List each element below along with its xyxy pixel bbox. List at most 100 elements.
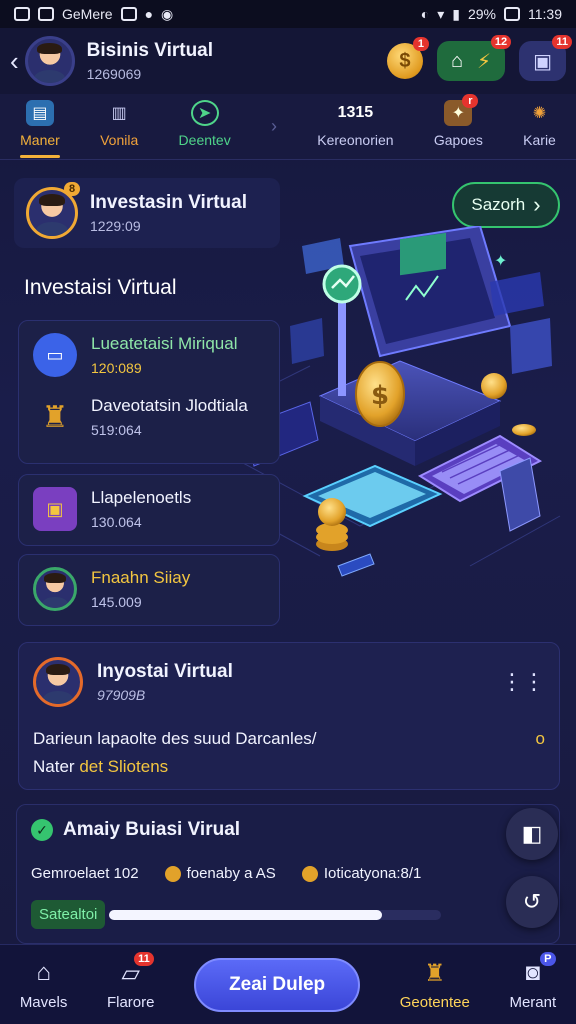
tab-maner[interactable]: ▤ Maner <box>20 99 60 158</box>
info-card-subtitle: 97909B <box>97 687 146 703</box>
list-item[interactable]: ▭ Lueatetaisi Miriqual 120:089 <box>33 333 265 377</box>
app-icon: ● <box>144 6 154 22</box>
nav-label: Merant <box>509 994 557 1011</box>
investment-list-card[interactable]: ▣ Llapelenoetls 130.064 <box>18 474 280 546</box>
progress-track <box>109 909 442 920</box>
clock: 11:39 <box>528 6 562 22</box>
profile-badge: 8 <box>64 182 80 196</box>
bottom-nav: ⌂ Mavels ▱ 11 Flarore Zeai Dulep ♜ Geote… <box>0 944 576 1024</box>
battery-icon <box>504 7 520 21</box>
tab-gapoes[interactable]: ✦ r Gapoes <box>433 93 483 154</box>
svg-text:✦: ✦ <box>494 251 507 270</box>
primary-cta-button[interactable]: Zeai Dulep <box>194 957 361 1012</box>
tab-label: Kereonorien <box>317 131 394 148</box>
section-heading: Investaisi Virtual <box>24 276 177 299</box>
more-options-icon[interactable]: ⋮⋮ <box>501 669 545 695</box>
search-button[interactable]: Sazorh › <box>452 182 560 228</box>
info-card-body: Nater <box>33 757 75 776</box>
avatar[interactable] <box>24 36 75 86</box>
chevron-right-icon: › <box>270 116 277 136</box>
nav-flarore[interactable]: ▱ 11 Flarore <box>106 952 155 1011</box>
money-bag-icon: ♜ <box>41 400 69 434</box>
tab-label: Karie <box>523 131 556 148</box>
list-item-subtitle: 145.009 <box>91 594 142 610</box>
wallet-button[interactable]: ▣ 11 <box>519 35 572 81</box>
tab-vonila[interactable]: ▥ Vonila <box>100 100 138 154</box>
monitor-icon: ▭ <box>33 333 77 377</box>
investment-list-card: ▭ Lueatetaisi Miriqual 120:089 ♜ Daveota… <box>18 320 280 464</box>
header-subtitle: 1269069 <box>86 66 142 82</box>
svg-text:$: $ <box>371 381 389 411</box>
refresh-button[interactable]: ↺ <box>506 876 558 928</box>
chevron-right-icon: › <box>533 192 541 217</box>
nav-mavels[interactable]: ⌂ Mavels <box>20 958 68 1011</box>
tab-label: Maner <box>20 131 60 148</box>
coin-button[interactable]: $ 1 <box>386 37 429 79</box>
check-circle-icon: ✓ <box>31 819 53 841</box>
summary-stat: foenaby a AS <box>186 865 276 882</box>
back-chevron-icon[interactable]: ‹ <box>10 46 19 77</box>
home-icon: ⌂ <box>36 959 51 986</box>
tab-label: Deentev <box>178 131 231 148</box>
nav-merant[interactable]: ◙ P Merant <box>509 952 557 1011</box>
info-card-link[interactable]: det Sliotens <box>79 757 168 776</box>
coin-icon <box>301 865 318 882</box>
tab-badge: r <box>462 93 479 108</box>
status-left-label: GeMere <box>62 6 113 22</box>
nav-label: Geotentee <box>399 994 470 1011</box>
nav-label: Mavels <box>19 994 68 1011</box>
info-card-title: Inyostai Virtual <box>97 661 233 682</box>
summary-card: ✓ Amaiy Buiasi Virual Gemroelaet 102 foe… <box>16 804 560 944</box>
nav-badge: P <box>539 952 556 966</box>
list-item-subtitle: 130.064 <box>91 514 142 530</box>
app-icon: ◉ <box>161 5 174 22</box>
wifi-icon: ▾ <box>437 5 445 22</box>
wallet-badge: 11 <box>552 35 572 49</box>
header-title: Bisinis Virtual <box>86 40 214 61</box>
search-button-label: Sazorh <box>471 195 526 214</box>
building-icon: ▥ <box>111 104 127 122</box>
status-indicator: o <box>535 729 545 748</box>
battery-percent: 29% <box>467 6 496 22</box>
gear-icon: ✺ <box>532 104 547 122</box>
progress-fill <box>109 909 382 920</box>
briefcase-icon: ▤ <box>25 99 54 126</box>
tab-karie[interactable]: ✺ Karie <box>523 100 556 154</box>
category-tabs: ▤ Maner ▥ Vonila ➤ Deentev › 1315 Kereon… <box>0 93 576 160</box>
info-card-body: Darieun lapaolte des suud Darcanles/ <box>33 729 317 748</box>
profile-card-title: Investasin Virtual <box>90 192 247 213</box>
avatar <box>33 657 83 707</box>
tab-kereonorien[interactable]: 1315 Kereonorien <box>317 100 393 154</box>
list-item: Fnaahn Siiay 145.009 <box>33 567 265 611</box>
investment-list-card[interactable]: Fnaahn Siiay 145.009 <box>18 554 280 626</box>
nav-geotentee[interactable]: ♜ Geotentee <box>399 958 470 1012</box>
tab-label: Gapoes <box>433 131 483 148</box>
summary-stat: Gemroelaet 102 <box>31 865 139 882</box>
gift-icon: ✦ r <box>444 93 479 126</box>
bag-icon: ♜ <box>424 959 446 987</box>
home-icon: ⌂ <box>450 49 464 72</box>
avatar <box>33 567 77 611</box>
leaf-icon: ➤ <box>190 99 219 126</box>
nav-label: Flarore <box>106 994 155 1011</box>
info-card[interactable]: Inyostai Virtual 97909B ⋮⋮ Darieun lapao… <box>18 642 560 790</box>
list-item-subtitle: 120:089 <box>91 360 142 376</box>
progress-label: Satealtoi <box>31 900 106 929</box>
list-item-title: Lueatetaisi Miriqual <box>91 334 238 353</box>
home-reward-button[interactable]: ⌂ ⚡ 12 <box>436 35 512 81</box>
list-item: ▣ Llapelenoetls 130.064 <box>33 487 265 531</box>
notification-icon <box>38 7 54 21</box>
cube-button[interactable]: ◧ <box>506 808 558 860</box>
coin-badge: 1 <box>412 37 429 51</box>
cube-icon: ◧ <box>521 821 543 846</box>
status-bar: GeMere ● ◉ ◐ ▾ ▮ 29% 11:39 <box>0 0 576 28</box>
list-item[interactable]: ♜ Daveotatsin Jlodtiala 519:064 <box>33 395 265 439</box>
chat-icon: ▱ 11 <box>114 952 154 988</box>
tab-deentev[interactable]: ➤ Deentev <box>178 99 231 154</box>
list-item-title: Llapelenoetls <box>91 488 192 507</box>
list-item-subtitle: 519:064 <box>91 422 142 438</box>
coin-icon <box>164 865 181 882</box>
app-header: ‹ Bisinis Virtual 1269069 $ 1 ⌂ ⚡ 12 ▣ 1… <box>0 28 576 94</box>
list-item-title: Fnaahn Siiay <box>91 568 191 587</box>
wallet-icon: ▣ <box>533 50 552 73</box>
